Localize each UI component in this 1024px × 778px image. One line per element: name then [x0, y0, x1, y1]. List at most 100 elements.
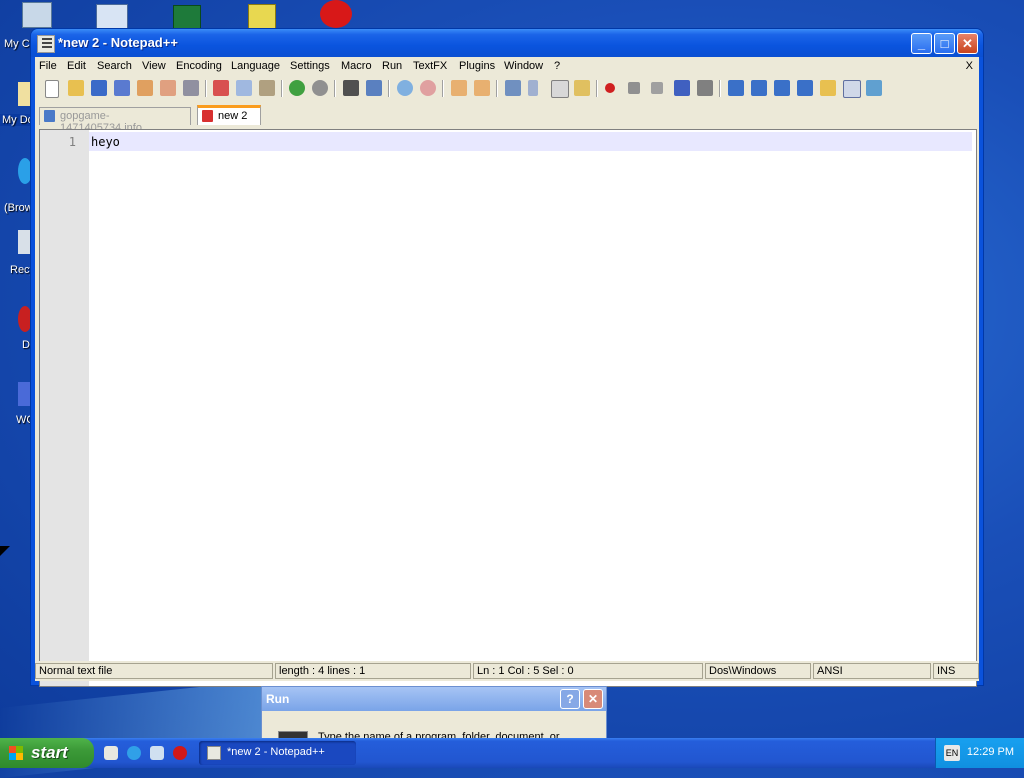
d-desktop-icon[interactable]: [18, 306, 32, 332]
indent-guide-icon[interactable]: [551, 80, 569, 98]
my-documents-desktop-icon[interactable]: [18, 82, 32, 106]
editor-text[interactable]: heyo: [91, 135, 120, 149]
menu-edit[interactable]: Edit: [67, 60, 86, 72]
toolbar: [35, 76, 979, 101]
menu-run[interactable]: Run: [382, 60, 402, 72]
saved-file-icon: [44, 110, 55, 122]
find-icon[interactable]: [343, 80, 359, 96]
up-arrow-icon[interactable]: [751, 80, 767, 96]
paste-icon[interactable]: [259, 80, 275, 96]
menu-bar: File Edit Search View Encoding Language …: [35, 57, 979, 76]
minimize-button[interactable]: _: [911, 33, 932, 54]
quicklaunch-network-icon[interactable]: [150, 746, 164, 760]
notepad-app-icon: [37, 35, 55, 53]
close-all-icon[interactable]: [160, 80, 176, 96]
browser-desktop-icon[interactable]: [18, 158, 32, 184]
clock[interactable]: 12:29 PM: [967, 746, 1014, 758]
quicklaunch-ie-icon[interactable]: [127, 746, 141, 760]
scheduler-desktop-icon[interactable]: [248, 4, 276, 30]
menu-encoding[interactable]: Encoding: [176, 60, 222, 72]
toolbar-separator: [496, 80, 497, 97]
maximize-button[interactable]: □: [934, 33, 955, 54]
toolbar-separator: [719, 80, 720, 97]
tab-new-2[interactable]: new 2: [197, 105, 261, 125]
new-file-icon[interactable]: [45, 80, 59, 98]
tab-bar: gopgame-1471405734.info new 2: [35, 104, 979, 134]
replace-icon[interactable]: [366, 80, 382, 96]
redo-icon[interactable]: [312, 80, 328, 96]
status-bar: Normal text file length : 4 lines : 1 Ln…: [35, 661, 979, 681]
run-close-button[interactable]: ✕: [583, 689, 603, 709]
stop-record-icon[interactable]: [628, 82, 640, 94]
spell-check-icon[interactable]: [866, 80, 882, 96]
taskbar-task-label: *new 2 - Notepad++: [227, 746, 325, 758]
tab-label: new 2: [218, 110, 248, 122]
run-macro-multiple-icon[interactable]: [674, 80, 690, 96]
menu-window[interactable]: Window: [504, 60, 543, 72]
opera-desktop-icon[interactable]: [320, 0, 352, 28]
language-icon[interactable]: EN: [944, 745, 960, 761]
last-icon[interactable]: [797, 80, 813, 96]
menu-file[interactable]: File: [39, 60, 57, 72]
show-all-chars-icon[interactable]: [528, 80, 538, 96]
menu-macro[interactable]: Macro: [341, 60, 372, 72]
toolbar-separator: [442, 80, 443, 97]
recycle-bin-desktop-icon[interactable]: [18, 230, 32, 254]
line-number-gutter: 1: [40, 130, 89, 686]
user-lang-icon[interactable]: [574, 80, 590, 96]
save-all-icon[interactable]: [114, 80, 130, 96]
editor-area[interactable]: 1 heyo: [39, 129, 977, 687]
copy-icon[interactable]: [236, 80, 252, 96]
menu-textfx[interactable]: TextFX: [413, 60, 447, 72]
toolbar-separator: [388, 80, 389, 97]
run-dialog-title: Run: [266, 692, 290, 706]
open-file-icon[interactable]: [68, 80, 84, 96]
menu-plugins[interactable]: Plugins: [459, 60, 495, 72]
zoom-out-icon[interactable]: [420, 80, 436, 96]
start-button[interactable]: start: [0, 738, 94, 768]
status-length: length : 4 lines : 1: [275, 663, 471, 679]
network-desktop-icon[interactable]: [96, 4, 128, 30]
cut-icon[interactable]: [213, 80, 229, 96]
menu-language[interactable]: Language: [231, 60, 280, 72]
tab-gopgame-info[interactable]: gopgame-1471405734.info: [39, 107, 191, 134]
unsaved-file-icon: [202, 110, 213, 122]
save-icon[interactable]: [91, 80, 107, 96]
run-help-button[interactable]: ?: [560, 689, 580, 709]
excel-desktop-icon[interactable]: [173, 5, 201, 31]
folder-icon[interactable]: [820, 80, 836, 96]
quicklaunch-notepad-icon[interactable]: [104, 746, 118, 760]
console-icon[interactable]: [843, 80, 861, 98]
undo-icon[interactable]: [289, 80, 305, 96]
word-wrap-icon[interactable]: [505, 80, 521, 96]
my-computer-desktop-icon[interactable]: [22, 2, 52, 28]
first-icon[interactable]: [728, 80, 744, 96]
toolbar-separator: [281, 80, 282, 97]
wc-desktop-icon[interactable]: [18, 382, 32, 406]
save-macro-icon[interactable]: [697, 80, 713, 96]
run-title-bar[interactable]: Run ? ✕: [262, 687, 606, 711]
close-button[interactable]: ✕: [957, 33, 978, 54]
sync-vertical-icon[interactable]: [451, 80, 467, 96]
system-tray: EN 12:29 PM: [935, 738, 1024, 768]
status-eol: Dos\Windows: [705, 663, 811, 679]
taskbar-notepadpp-button[interactable]: *new 2 - Notepad++: [199, 741, 356, 765]
current-line-highlight: [89, 132, 972, 151]
menu-help[interactable]: ?: [554, 60, 560, 72]
play-macro-icon[interactable]: [651, 82, 663, 94]
menu-view[interactable]: View: [142, 60, 166, 72]
title-bar[interactable]: *new 2 - Notepad++ _ □ ✕: [31, 29, 983, 57]
close-document-button[interactable]: X: [966, 60, 973, 72]
sync-horizontal-icon[interactable]: [474, 80, 490, 96]
menu-search[interactable]: Search: [97, 60, 132, 72]
menu-settings[interactable]: Settings: [290, 60, 330, 72]
status-encoding: ANSI: [813, 663, 931, 679]
down-arrow-icon[interactable]: [774, 80, 790, 96]
print-icon[interactable]: [183, 80, 199, 96]
desktop-icon-label: My C: [4, 38, 30, 50]
close-file-icon[interactable]: [137, 80, 153, 96]
toolbar-separator: [334, 80, 335, 97]
zoom-in-icon[interactable]: [397, 80, 413, 96]
quicklaunch-opera-icon[interactable]: [173, 746, 187, 760]
record-macro-icon[interactable]: [605, 83, 615, 93]
